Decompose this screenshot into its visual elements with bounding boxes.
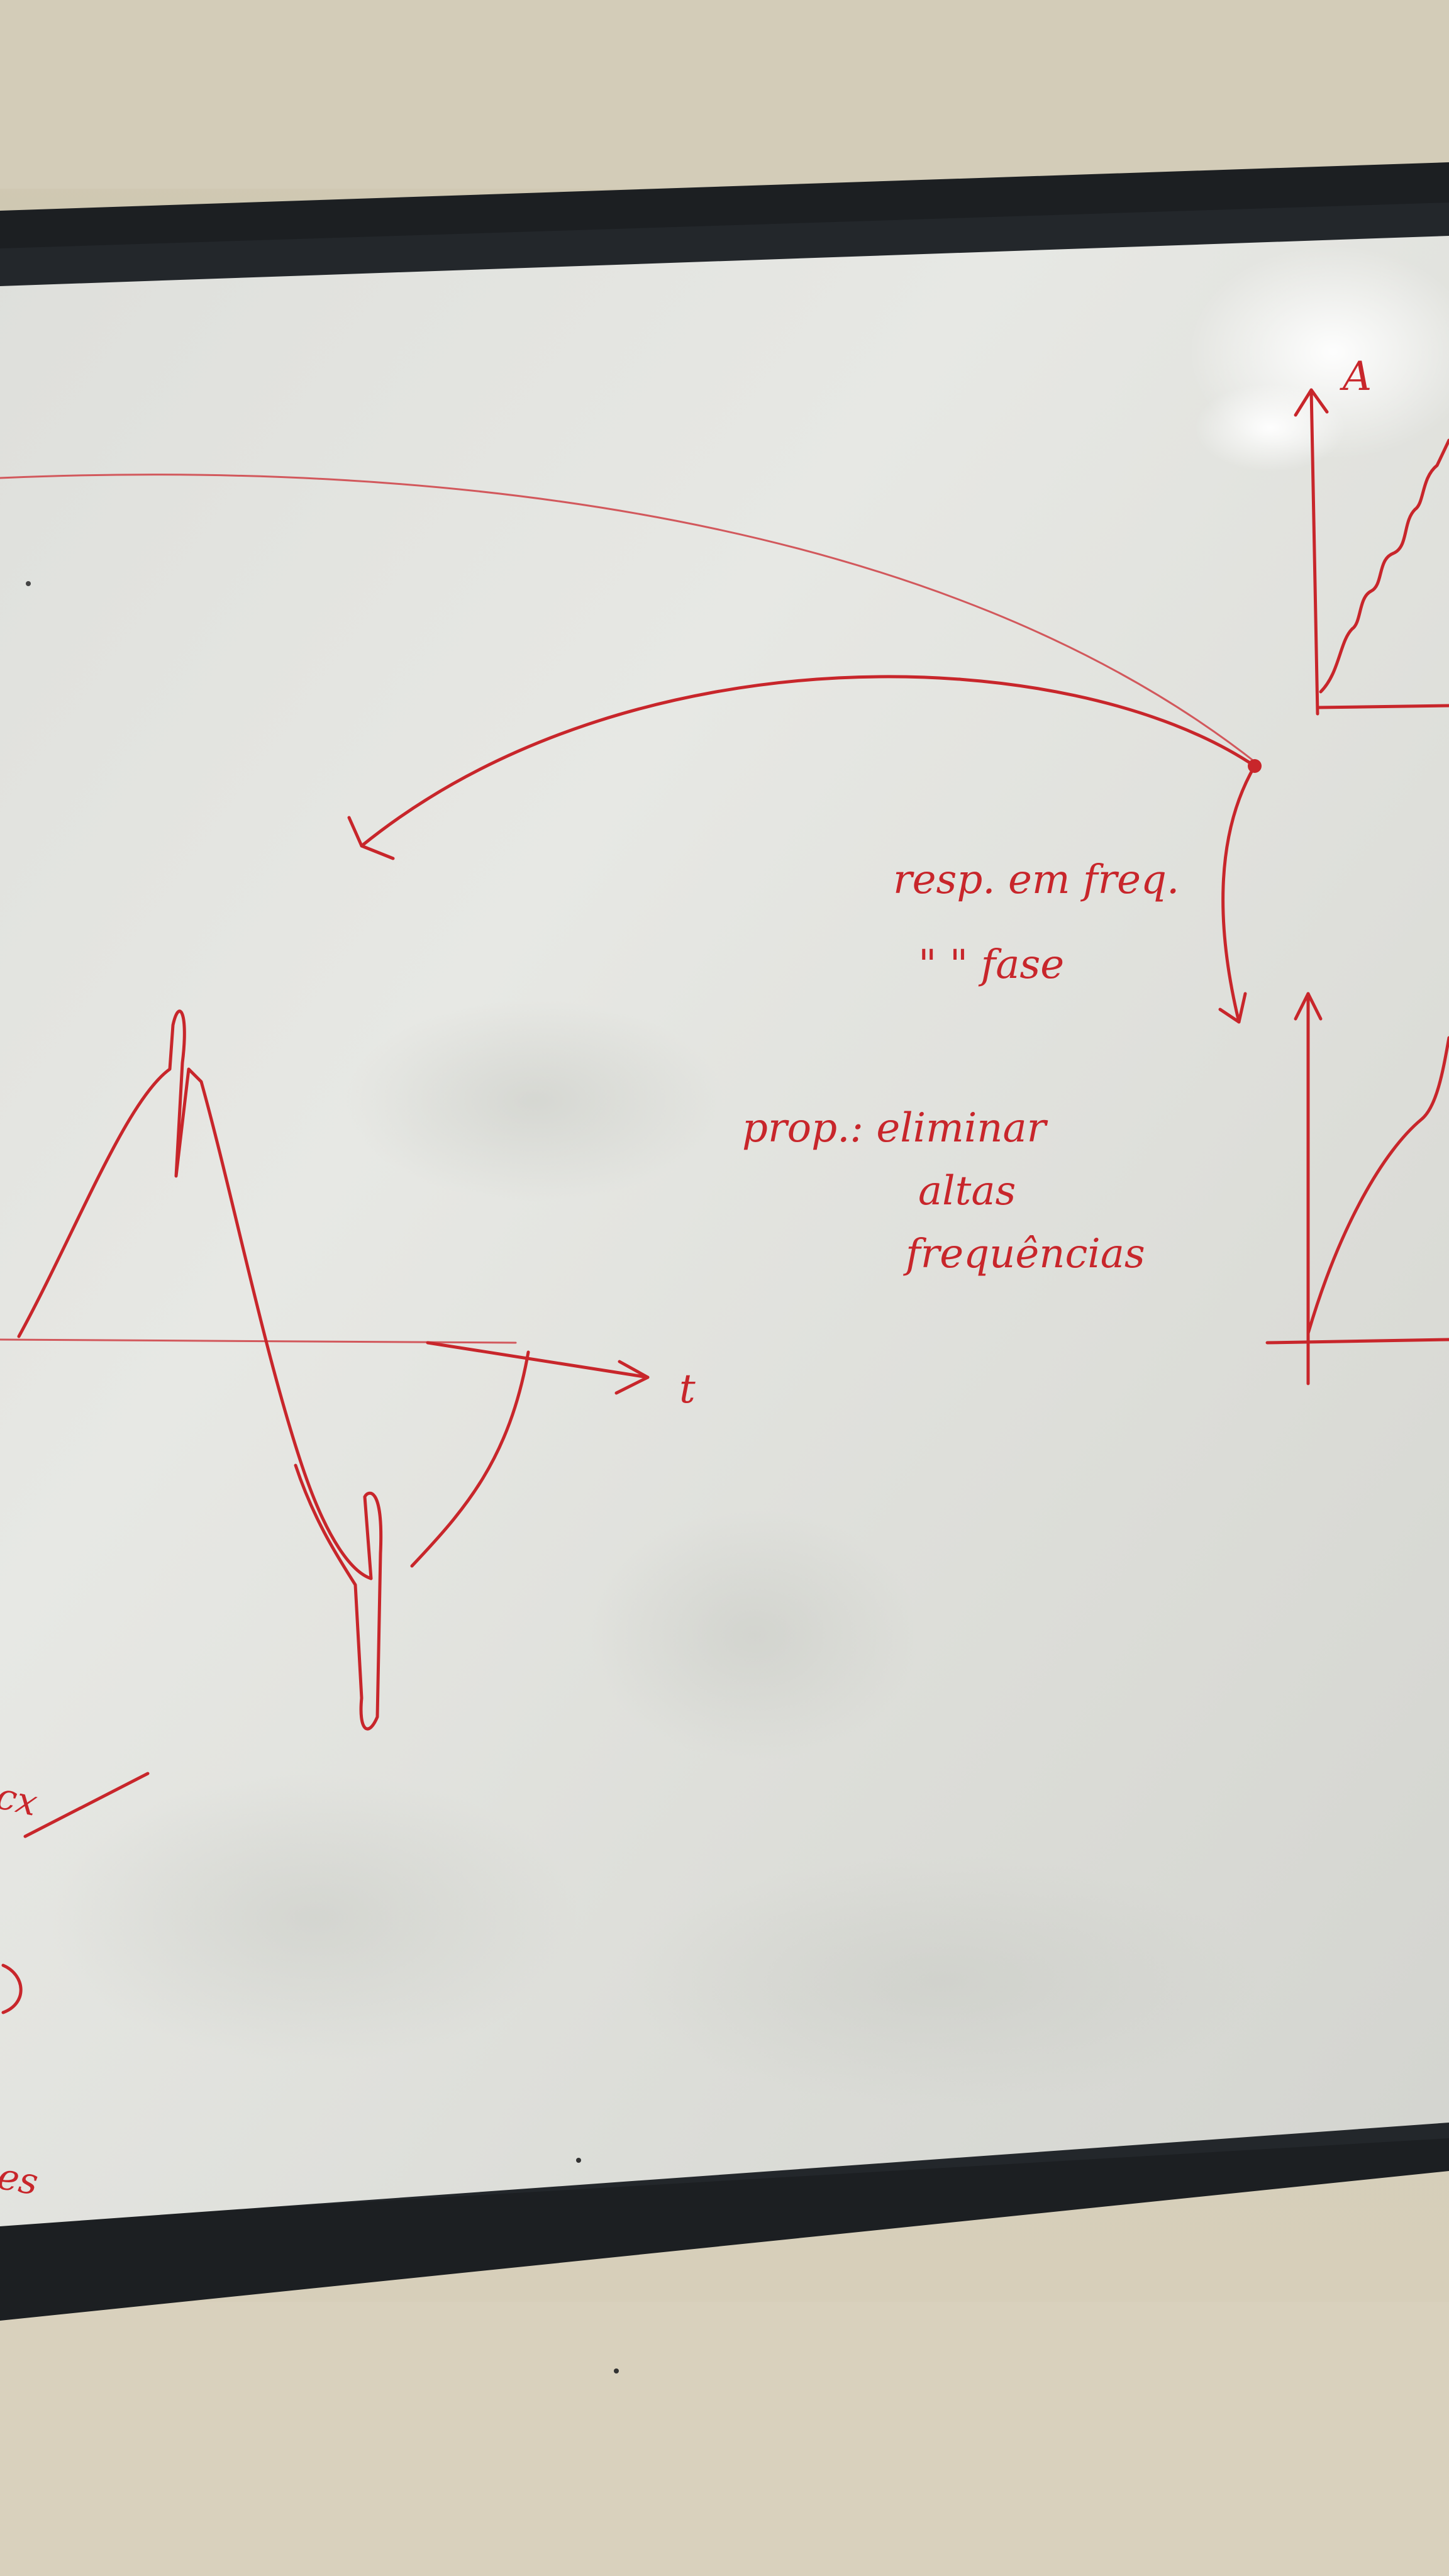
smudge <box>629 1855 1258 2107</box>
speck <box>614 2368 619 2373</box>
wall-bottom <box>0 2302 1449 2576</box>
label-ditto-fase: " " fase <box>918 941 1064 988</box>
smudge <box>591 1509 918 1761</box>
speck <box>576 2158 581 2163</box>
wall-top <box>0 0 1449 189</box>
plot-a-xaxis <box>1316 704 1449 709</box>
label-frequencias: frequências <box>903 1231 1145 1277</box>
speck <box>26 581 31 586</box>
label-resp-freq: resp. em freq. <box>893 857 1179 903</box>
label-A: A <box>1340 353 1372 400</box>
label-t: t <box>679 1366 696 1413</box>
label-prop: prop.: eliminar <box>742 1105 1048 1152</box>
light-glare-2 <box>1195 384 1346 472</box>
whiteboard-scene: resp. em freq. " " fase prop.: eliminar … <box>0 0 1449 2576</box>
label-altas: altas <box>918 1168 1016 1214</box>
photo-stage: resp. em freq. " " fase prop.: eliminar … <box>0 0 1449 2576</box>
smudge <box>346 1000 723 1201</box>
smudge <box>50 1774 579 2063</box>
